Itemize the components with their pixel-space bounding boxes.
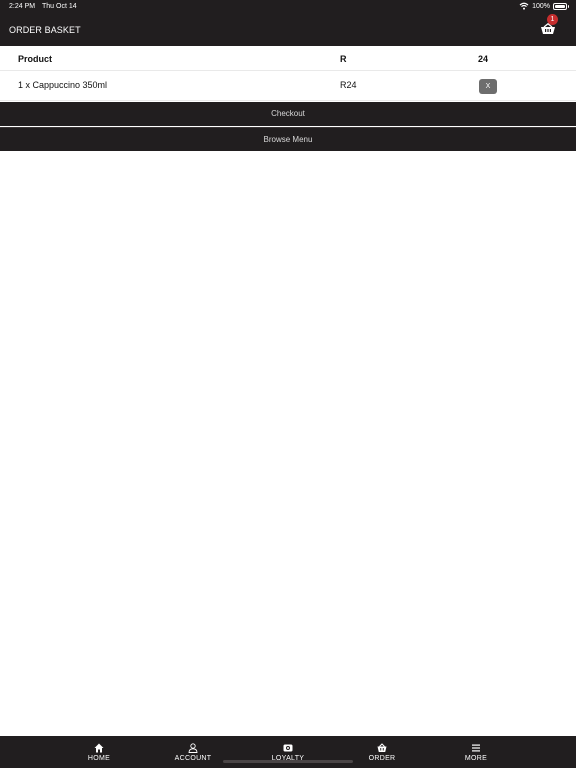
cart-count-badge: 1 [547,14,558,25]
header-bar: ORDER BASKET [0,14,576,46]
tab-home-label: HOME [87,755,111,762]
menu-icon [472,744,480,752]
order-basket-screen: 2:24 PM Thu Oct 14 100% ORDER BASKET 1 P… [0,0,576,768]
user-icon [188,743,198,753]
table-row: 1 x Cappuccino 350ml R24 X [0,71,576,101]
column-header-price: R [340,54,347,64]
tab-account-label: ACCOUNT [174,755,212,762]
wifi-icon [519,2,529,10]
status-bar: 2:24 PM Thu Oct 14 100% [0,0,576,14]
table-header-row: Product R 24 [0,46,576,71]
home-indicator[interactable] [223,760,353,763]
battery-icon [553,2,569,10]
cart-button[interactable]: 1 [538,14,560,39]
status-date: Thu Oct 14 [42,3,77,10]
tab-account[interactable]: ACCOUNT [163,736,223,768]
tab-order[interactable]: ORDER [352,736,412,768]
basket-icon [377,743,387,752]
status-indicators: 100% [519,2,569,10]
loyalty-card-icon [283,744,293,752]
tab-more-label: MORE [464,755,488,762]
tab-order-label: ORDER [368,755,396,762]
column-header-total: 24 [478,54,489,64]
basket-table: Product R 24 1 x Cappuccino 350ml R24 X [0,46,576,101]
tab-more[interactable]: MORE [446,736,506,768]
item-product-name: 1 x Cappuccino 350ml [18,80,108,90]
battery-percent: 100% [532,2,550,10]
checkout-button[interactable]: Checkout [0,102,576,126]
column-header-product: Product [18,54,53,64]
home-icon [94,743,104,753]
page-title: ORDER BASKET [9,25,81,35]
remove-item-button[interactable]: X [479,79,497,94]
item-price: R24 [340,80,357,90]
tab-home[interactable]: HOME [69,736,129,768]
tab-loyalty[interactable]: LOYALTY [258,736,318,768]
browse-menu-button[interactable]: Browse Menu [0,127,576,151]
status-time: 2:24 PM [9,3,36,10]
bottom-tab-bar: HOME ACCOUNT LOYALTY ORDER MORE [0,736,576,768]
